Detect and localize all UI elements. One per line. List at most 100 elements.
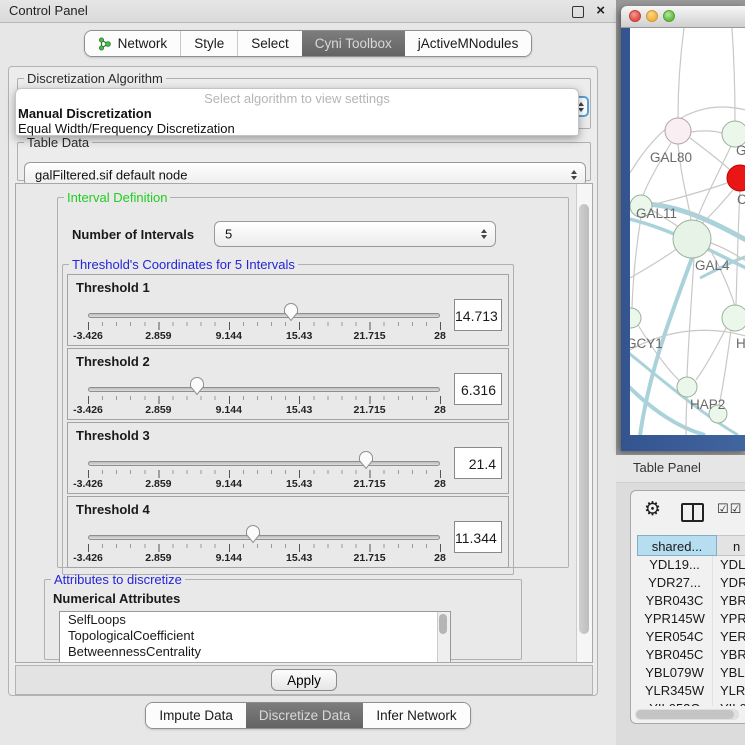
tick-label: 15.43 xyxy=(286,552,312,564)
list-item-topologicalcoefficient[interactable]: TopologicalCoefficient xyxy=(60,628,450,644)
threshold-4-slider-track[interactable] xyxy=(88,535,440,540)
tab-network-label: Network xyxy=(118,36,168,51)
threshold-1-slider-thumb[interactable] xyxy=(283,302,299,322)
split-view-icon[interactable] xyxy=(681,503,704,522)
apply-button[interactable]: Apply xyxy=(271,669,337,691)
tab-discretize-data[interactable]: Discretize Data xyxy=(246,703,364,728)
list-item-selfloops[interactable]: SelfLoops xyxy=(60,612,450,628)
attributes-group: Attributes to discretize Numerical Attri… xyxy=(44,572,522,660)
table-data-legend: Table Data xyxy=(24,135,92,150)
combo-arrows-icon xyxy=(481,229,487,239)
slider-ticks xyxy=(88,396,441,404)
threshold-2-slider-thumb[interactable] xyxy=(189,376,205,396)
tick-label: 2.859 xyxy=(145,552,171,564)
network-edge xyxy=(652,183,727,205)
slider-ticks xyxy=(88,322,441,330)
network-node-gal80[interactable] xyxy=(665,118,691,144)
settings-scrollbar-thumb[interactable] xyxy=(579,204,589,634)
threshold-2-value-field[interactable]: 6.316 xyxy=(454,373,502,405)
close-traffic-light-icon[interactable] xyxy=(629,10,641,22)
tab-network[interactable]: Network xyxy=(85,31,181,56)
threshold-1-value-field[interactable]: 14.713 xyxy=(454,299,502,331)
list-scrollbar-thumb[interactable] xyxy=(439,614,447,634)
discretization-algorithm-legend: Discretization Algorithm xyxy=(24,71,166,86)
close-icon[interactable]: × xyxy=(596,1,605,21)
float-window-icon[interactable] xyxy=(572,6,584,18)
threshold-3-slider-thumb[interactable] xyxy=(358,450,374,470)
table-data-combo-value: galFiltered.sif default node xyxy=(35,167,187,182)
tick-label: 21.715 xyxy=(354,552,386,564)
tab-jactivemnodules[interactable]: jActiveMNodules xyxy=(405,31,532,56)
list-scrollbar[interactable] xyxy=(437,612,450,663)
network-node-gal4[interactable] xyxy=(673,220,711,258)
threshold-3-value-field[interactable]: 21.4 xyxy=(454,447,502,479)
tick-label: 2.859 xyxy=(145,404,171,416)
top-tab-group: Network Style Select Cyni Toolbox jActiv… xyxy=(84,30,533,57)
tick-label: -3.426 xyxy=(73,404,103,416)
network-window-titlebar[interactable] xyxy=(621,6,745,28)
tick-label: 9.144 xyxy=(216,330,242,342)
table-row[interactable]: YLR345WYLR3 xyxy=(637,682,745,700)
tab-select[interactable]: Select xyxy=(237,31,302,56)
network-edge xyxy=(690,138,731,171)
numerical-attributes-label: Numerical Attributes xyxy=(53,591,180,606)
num-intervals-combo[interactable]: 5 xyxy=(214,221,496,247)
table-panel: ⚙ ☑☑ shared... n YDL19...YDL1 YDR27...YD… xyxy=(630,490,745,724)
table-row[interactable]: YIL052CYIL0 xyxy=(637,700,745,706)
slider-ticks xyxy=(88,470,441,478)
list-item-betweennesscentrality[interactable]: BetweennessCentrality xyxy=(60,644,450,660)
zoom-traffic-light-icon[interactable] xyxy=(663,10,675,22)
dropdown-placeholder: Select algorithm to view settings xyxy=(16,91,578,106)
tab-infer-network[interactable]: Infer Network xyxy=(363,703,469,728)
network-tab-icon xyxy=(98,37,112,51)
network-node-gcy1[interactable] xyxy=(630,308,641,328)
num-intervals-label: Number of Intervals xyxy=(72,227,194,242)
tick-label: 21.715 xyxy=(354,330,386,342)
node-label-gal4: GAL4 xyxy=(695,258,730,273)
numerical-attributes-list: SelfLoops TopologicalCoefficient Between… xyxy=(59,611,451,663)
gear-icon[interactable]: ⚙ xyxy=(644,498,661,520)
threshold-4-value-field[interactable]: 11.344 xyxy=(454,521,502,553)
network-window-frame: GAL80 GA GAL11 C GAL4 GCY1 H HAP2 xyxy=(621,28,745,451)
network-edge xyxy=(687,258,694,377)
table-row[interactable]: YER054CYER0 xyxy=(637,628,745,646)
tick-label: -3.426 xyxy=(73,478,103,490)
tab-cyni-toolbox[interactable]: Cyni Toolbox xyxy=(302,31,405,56)
threshold-3-slider-track[interactable] xyxy=(88,461,440,466)
column-header-shared-name[interactable]: shared... xyxy=(637,535,717,556)
table-panel-toolbar: ⚙ ☑☑ xyxy=(631,491,745,533)
threshold-2-slider-track[interactable] xyxy=(88,387,440,392)
threshold-1-slider-track[interactable] xyxy=(88,313,440,318)
network-node-partial-h[interactable] xyxy=(722,305,745,331)
column-header-name[interactable]: n xyxy=(717,535,745,556)
checkbox-icons[interactable]: ☑☑ xyxy=(717,502,742,517)
table-row[interactable]: YBR045CYBR0 xyxy=(637,646,745,664)
table-horizontal-scrollbar[interactable] xyxy=(635,709,739,720)
network-edge xyxy=(696,328,726,380)
threshold-4-slider-thumb[interactable] xyxy=(245,524,261,544)
tab-style[interactable]: Style xyxy=(180,31,237,56)
dropdown-option-equal-width[interactable]: Equal Width/Frequency Discretization xyxy=(16,121,578,136)
table-row[interactable]: YBR043CYBR0 xyxy=(637,592,745,610)
threshold-4-label: Threshold 4 xyxy=(76,502,150,517)
network-node-selected-red[interactable] xyxy=(727,165,745,191)
network-node-hap2[interactable] xyxy=(677,377,697,397)
network-edge xyxy=(719,330,731,406)
table-row[interactable]: YBL079WYBL0 xyxy=(637,664,745,682)
tick-label: 9.144 xyxy=(216,478,242,490)
table-row[interactable]: YDL19...YDL1 xyxy=(637,556,745,574)
table-panel-titlebar: Table Panel xyxy=(616,455,745,483)
tab-impute-data[interactable]: Impute Data xyxy=(146,703,246,728)
table-row[interactable]: YDR27...YDR2 xyxy=(637,574,745,592)
algorithm-dropdown-popup: Select algorithm to view settings Manual… xyxy=(15,88,579,136)
tick-label: 15.43 xyxy=(286,330,312,342)
network-edge xyxy=(678,28,684,118)
minimize-traffic-light-icon[interactable] xyxy=(646,10,658,22)
control-panel: Control Panel × Network Style xyxy=(0,0,616,745)
table-panel-title: Table Panel xyxy=(633,460,701,475)
dropdown-option-manual[interactable]: Manual Discretization xyxy=(16,106,578,121)
table-horizontal-scrollbar-thumb[interactable] xyxy=(636,710,734,719)
network-canvas[interactable]: GAL80 GA GAL11 C GAL4 GCY1 H HAP2 xyxy=(630,28,745,435)
settings-scrollbar[interactable] xyxy=(576,184,592,662)
table-row[interactable]: YPR145WYPR1 xyxy=(637,610,745,628)
